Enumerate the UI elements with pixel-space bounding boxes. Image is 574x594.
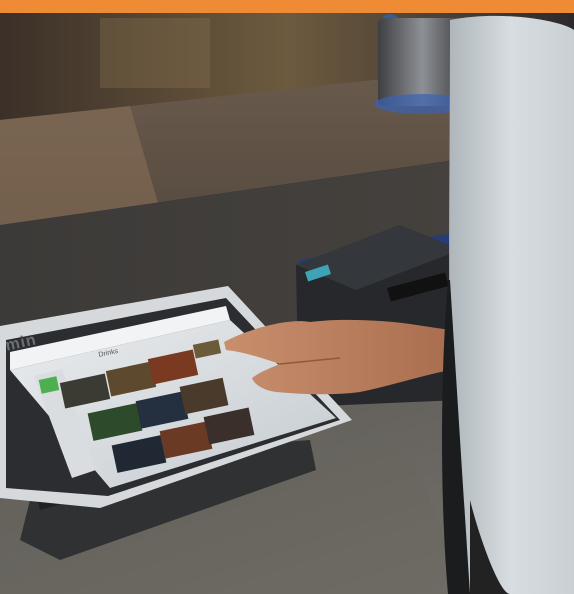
scene-illustration: [0, 13, 574, 594]
pos-terminal-photo: min Drinks: [0, 0, 574, 594]
person-shirt: [448, 15, 574, 594]
